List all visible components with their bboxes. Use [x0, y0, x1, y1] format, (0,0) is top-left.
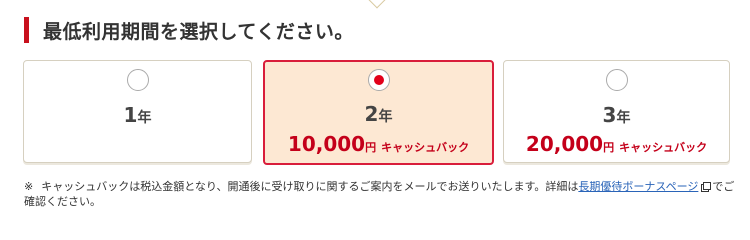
note-mark: ※ [24, 180, 34, 193]
dropdown-pointer [368, 0, 386, 9]
radio-dot-icon [373, 75, 384, 85]
cashback-info: 20,000円 キャッシュバック [504, 132, 729, 156]
cashback-amount: 20,000 [525, 132, 604, 156]
plan-option-3-years[interactable]: 3年 20,000円 キャッシュバック [503, 60, 730, 163]
radio-button-3-years[interactable] [605, 69, 628, 91]
radio-button-2-years[interactable] [367, 69, 390, 91]
plan-years-unit: 年 [616, 110, 631, 126]
cashback-amount: 10,000 [287, 132, 366, 156]
plan-options: 1年 2年 10,000円 キャッシュバック 3年 20,000円 キャッシュバック [23, 60, 730, 165]
plan-duration: 2年 [265, 102, 492, 126]
plan-duration: 3年 [504, 103, 729, 127]
page-title: 最低利用期間を選択してください。 [43, 20, 354, 43]
cashback-info: 10,000円 キャッシュバック [265, 132, 492, 156]
plan-option-2-years[interactable]: 2年 10,000円 キャッシュバック [263, 60, 494, 165]
cashback-label: キャッシュバック [619, 141, 708, 154]
cashback-yen: 円 [365, 141, 377, 154]
plan-option-1-year[interactable]: 1年 [23, 60, 252, 163]
cashback-note: ※ キャッシュバックは税込金額となり、開通後に受け取りに関するご案内をメールでお送… [24, 179, 736, 209]
note-text: キャッシュバックは税込金額となり、開通後に受け取りに関するご案内をメールでお送り… [41, 180, 579, 193]
section-heading: 最低利用期間を選択してください。 [24, 16, 354, 44]
plan-years-value: 1 [123, 103, 138, 127]
heading-accent-bar [24, 17, 29, 43]
plan-years-value: 3 [602, 103, 617, 127]
plan-duration: 1年 [24, 103, 251, 127]
plan-years-value: 2 [364, 102, 379, 126]
cashback-label: キャッシュバック [381, 141, 470, 154]
radio-button-1-year[interactable] [126, 69, 149, 91]
bonus-page-link[interactable]: 長期優待ボーナスページ [578, 180, 698, 193]
plan-years-unit: 年 [137, 110, 152, 126]
external-link-icon[interactable] [701, 182, 712, 192]
cashback-yen: 円 [603, 141, 615, 154]
plan-years-unit: 年 [378, 109, 393, 125]
